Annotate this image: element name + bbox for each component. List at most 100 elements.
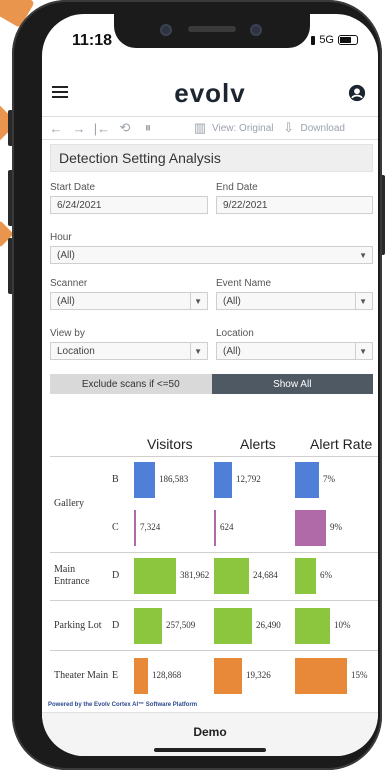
scanner-label: B [112,474,119,485]
battery-icon [338,35,358,45]
scanner-label: C [112,522,119,533]
visitors-value: 257,509 [166,620,196,630]
speaker-grille [188,26,236,32]
view-by-filter: View by Location ▼ [50,328,208,360]
logo: evolv [174,78,246,108]
alerts-value: 12,792 [236,474,261,484]
page-title: Detection Setting Analysis [59,150,221,166]
view-by-value: Location [57,346,95,357]
signal-icon [311,35,316,45]
show-all-option[interactable]: Show All [211,374,373,394]
alert-rate-value: 6% [320,570,332,580]
scanner-select[interactable]: (All) ▼ [50,292,208,310]
scanner-label: Scanner [50,278,88,289]
phone-screen: 11:18 5G evolv ← → |← ⟲ ⏸ ▥ View: Origin… [42,14,378,756]
alerts-bar [214,658,242,694]
alerts-value: 624 [220,522,234,532]
alert-rate-bar [295,558,316,594]
demo-label: Demo [193,725,227,739]
detection-chart: Visitors Alerts Alert Rate Gallery B 186,5… [50,428,378,698]
toolbar: ← → |← ⟲ ⏸ ▥ View: Original ⇩ Download [42,116,378,140]
hour-value: (All) [57,250,75,261]
scan-filter-toggle: Exclude scans if <=50 Show All [50,374,373,394]
start-date-filter: Start Date 6/24/2021 [50,182,208,214]
row-divider [50,456,378,457]
location-label: Parking Lot [54,620,102,631]
visitors-bar [134,510,136,546]
location-label: Gallery [54,498,84,509]
end-date-input[interactable]: 9/22/2021 [216,196,373,214]
event-name-filter: Event Name (All) ▼ [216,278,373,310]
event-name-value: (All) [223,296,241,307]
refresh-data-icon[interactable]: ⟲ [116,119,134,137]
visitors-value: 381,962 [180,570,210,580]
event-name-select[interactable]: (All) ▼ [216,292,373,310]
chevron-down-icon: ▼ [359,347,367,356]
view-icon[interactable]: ▥ [191,119,209,137]
camera-icon [160,24,172,36]
col-header-alert-rate: Alert Rate [310,436,373,452]
alerts-value: 24,684 [253,570,278,580]
app-header: evolv [42,70,378,114]
view-button[interactable]: View: Original [212,123,274,134]
page-title-bar: Detection Setting Analysis [50,144,373,172]
alerts-value: 26,490 [256,620,281,630]
view-by-label: View by [50,328,85,339]
alerts-value: 19,326 [246,670,271,680]
scanner-label: D [112,570,120,581]
start-date-input[interactable]: 6/24/2021 [50,196,208,214]
alert-rate-value: 15% [351,670,368,680]
alert-rate-bar [295,658,347,694]
hour-select[interactable]: (All) ▼ [50,246,373,264]
scanner-filter: Scanner (All) ▼ [50,278,208,310]
network-label: 5G [319,34,334,46]
chevron-down-icon: ▼ [194,347,202,356]
alert-rate-value: 10% [334,620,351,630]
account-icon[interactable] [348,84,366,102]
home-indicator[interactable] [154,748,266,752]
visitors-value: 128,868 [152,670,182,680]
notch [114,14,310,48]
visitors-bar [134,608,162,644]
alert-rate-bar [295,462,319,498]
location-select[interactable]: (All) ▼ [216,342,373,360]
alert-rate-value: 7% [323,474,335,484]
location-filter: Location (All) ▼ [216,328,373,360]
scanner-value: (All) [57,296,75,307]
start-date-label: Start Date [50,182,96,193]
view-by-select[interactable]: Location ▼ [50,342,208,360]
scanner-label: D [112,620,120,631]
alerts-bar [214,608,252,644]
back-arrow-icon[interactable]: ← [47,119,65,137]
alert-rate-bar [295,510,326,546]
hour-label: Hour [50,232,72,243]
visitors-value: 186,583 [159,474,189,484]
visitors-bar [134,558,176,594]
hour-filter: Hour (All) ▼ [50,232,373,264]
forward-arrow-icon[interactable]: → [70,119,88,137]
pause-updates-icon[interactable]: ⏸ [139,119,157,137]
download-icon[interactable]: ⇩ [280,119,298,137]
download-button[interactable]: Download [301,123,345,134]
end-date-label: End Date [216,182,258,193]
scanner-label: E [112,670,119,681]
alert-rate-bar [295,608,330,644]
phone-frame: 11:18 5G evolv ← → |← ⟲ ⏸ ▥ View: Origin… [12,0,382,770]
revert-icon[interactable]: |← [93,119,111,137]
alerts-bar [214,462,232,498]
row-divider [50,552,378,553]
visitors-value: 7,324 [140,522,161,532]
location-label: Main Entrance [54,564,90,587]
alerts-bar [214,510,216,546]
chevron-down-icon: ▼ [359,251,367,260]
location-value: (All) [223,346,241,357]
end-date-filter: End Date 9/22/2021 [216,182,373,214]
alerts-bar [214,558,249,594]
status-indicators: 5G [311,34,358,46]
status-time: 11:18 [72,32,113,49]
col-header-alerts: Alerts [240,436,276,452]
row-divider [50,600,378,601]
col-header-visitors: Visitors [147,436,193,452]
location-label: Location [216,328,254,339]
exclude-scans-option[interactable]: Exclude scans if <=50 [50,374,212,394]
